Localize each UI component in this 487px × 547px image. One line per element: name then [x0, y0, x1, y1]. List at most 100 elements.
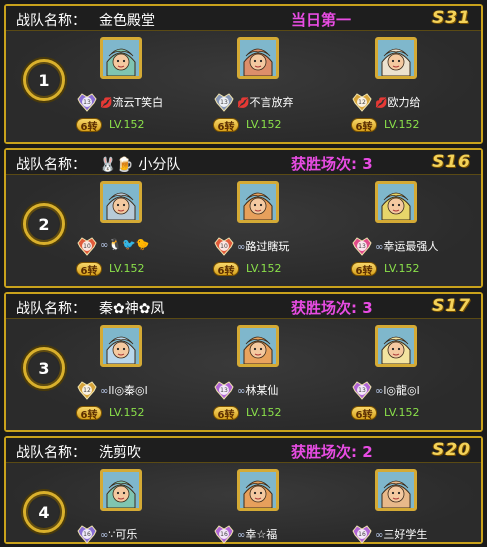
member-portrait[interactable]	[237, 37, 279, 79]
team-name-label: 战队名称：	[16, 445, 86, 461]
character-face-icon	[240, 40, 276, 76]
team-status: 当日第一	[291, 11, 352, 29]
member-portrait[interactable]	[100, 181, 142, 223]
member-name[interactable]: ∞幸☆福	[237, 526, 277, 542]
member-portrait[interactable]	[100, 325, 142, 367]
character-face-icon	[378, 40, 414, 76]
member-name[interactable]: ∞三好学生	[375, 526, 427, 542]
team-card-header: 战队名称： 秦✿神✿凤 获胜场次: 3 S17	[6, 294, 481, 319]
member-portrait[interactable]	[375, 181, 417, 223]
member-name[interactable]: 💋欧力给	[375, 94, 420, 110]
svg-text:10: 10	[83, 243, 91, 250]
member-name[interactable]: 💋不言放弃	[237, 94, 293, 110]
character-face-icon	[240, 184, 276, 220]
member-name-text: 幸☆福	[245, 528, 278, 541]
member-portrait[interactable]	[100, 37, 142, 79]
reincarnation-badge: 6转	[76, 406, 102, 421]
reincarnation-badge: 6转	[213, 118, 239, 133]
member-name-text: 三好学生	[383, 528, 428, 541]
member-name[interactable]: ∞ll◎秦◎l	[100, 382, 148, 398]
team-status: 获胜场次: 2	[291, 443, 373, 461]
svg-text:13: 13	[358, 243, 366, 250]
team-card[interactable]: 战队名称： 秦✿神✿凤 获胜场次: 3 S17 3 12 ∞ll◎秦◎l 6转 LV.152	[4, 292, 483, 432]
team-status: 获胜场次: 3	[291, 155, 373, 173]
svg-text:13: 13	[220, 99, 228, 106]
team-card-body: 3 12 ∞ll◎秦◎l 6转 LV.152 13 ∞林某仙 6转 LV.152…	[6, 319, 481, 430]
svg-text:16: 16	[358, 531, 366, 538]
member-level: LV.152	[246, 406, 282, 419]
rank-badge-icon: 13	[351, 379, 373, 401]
member-level: LV.152	[384, 406, 420, 419]
team-card-body: 1 13 💋流云T笑白 6转 LV.152 13 💋不言放弃 6转 LV.152…	[6, 31, 481, 142]
rank-number: 3	[23, 347, 65, 389]
team-card-header: 战队名称： 🐰🍺 小分队 获胜场次: 3 S16	[6, 150, 481, 175]
svg-text:12: 12	[83, 387, 91, 394]
character-face-icon	[103, 472, 139, 508]
season-tag: S31	[432, 8, 471, 28]
member-portrait[interactable]	[375, 37, 417, 79]
lips-icon: 💋	[375, 98, 388, 109]
member-portrait[interactable]	[237, 469, 279, 511]
member-level: LV.152	[384, 118, 420, 131]
member-name-text: l◎龍◎l	[383, 384, 420, 397]
member-name[interactable]: ∞路过瞎玩	[237, 238, 289, 254]
character-face-icon	[240, 472, 276, 508]
character-face-icon	[240, 328, 276, 364]
reincarnation-badge: 6转	[76, 118, 102, 133]
character-face-icon	[103, 40, 139, 76]
member-level: LV.152	[109, 406, 145, 419]
member-name-text: ll◎秦◎l	[108, 384, 148, 397]
member-name[interactable]: ∞🐧🐦🐤	[100, 238, 149, 251]
member-portrait[interactable]	[237, 181, 279, 223]
member-name[interactable]: ∞∵可乐	[100, 526, 137, 542]
svg-text:16: 16	[83, 531, 91, 538]
member-name-text: 林某仙	[245, 384, 279, 397]
team-name: 秦✿神✿凤	[99, 301, 165, 317]
rank-badge-icon: 16	[213, 523, 235, 545]
reincarnation-badge: 6转	[351, 118, 377, 133]
rank-number: 2	[23, 203, 65, 245]
reincarnation-badge: 6转	[213, 262, 239, 277]
member-portrait[interactable]	[237, 325, 279, 367]
rank-number: 1	[23, 59, 65, 101]
team-name-label: 战队名称：	[16, 13, 86, 29]
season-tag: S17	[432, 296, 471, 316]
member-name-text: 路过瞎玩	[245, 240, 290, 253]
member-name-text: 欧力给	[387, 96, 421, 109]
character-face-icon	[103, 328, 139, 364]
svg-text:13: 13	[358, 387, 366, 394]
svg-text:13: 13	[83, 99, 91, 106]
member-portrait[interactable]	[100, 469, 142, 511]
rank-badge-icon: 13	[213, 379, 235, 401]
member-name-text: 流云T笑白	[112, 96, 164, 109]
team-card-body: 4 16 ∞∵可乐6转LV.152	[6, 463, 481, 545]
member-level: LV.152	[246, 262, 282, 275]
team-name: 🐰🍺 小分队	[99, 157, 181, 173]
team-card[interactable]: 战队名称： 洗剪吹 获胜场次: 2 S20 4 16 ∞∵可乐6转LV.152	[4, 436, 483, 544]
rank-badge-icon: 16	[76, 523, 98, 545]
team-card[interactable]: 战队名称： 金色殿堂 当日第一 S31 1 13 💋流云T笑白 6转 LV.152	[4, 4, 483, 144]
member-name-text: 不言放弃	[249, 96, 294, 109]
team-card[interactable]: 战队名称： 🐰🍺 小分队 获胜场次: 3 S16 2 10 ∞🐧🐦🐤 6转 LV.152	[4, 148, 483, 288]
reincarnation-badge: 6转	[351, 262, 377, 277]
member-level: LV.152	[246, 118, 282, 131]
member-name-text: 🐧🐦🐤	[108, 238, 150, 251]
member-name[interactable]: ∞幸运最强人	[375, 238, 438, 254]
rank-badge-icon: 13	[351, 235, 373, 257]
member-name[interactable]: ∞林某仙	[237, 382, 278, 398]
member-portrait[interactable]	[375, 469, 417, 511]
member-name[interactable]: 💋流云T笑白	[100, 94, 163, 110]
team-status: 获胜场次: 3	[291, 299, 373, 317]
team-name: 洗剪吹	[99, 445, 141, 461]
member-portrait[interactable]	[375, 325, 417, 367]
season-tag: S20	[432, 440, 471, 460]
reincarnation-badge: 6转	[351, 406, 377, 421]
team-name: 金色殿堂	[99, 13, 155, 29]
reincarnation-badge: 6转	[76, 262, 102, 277]
member-name[interactable]: ∞l◎龍◎l	[375, 382, 420, 398]
member-level: LV.152	[109, 262, 145, 275]
rank-number: 4	[23, 491, 65, 533]
rank-badge-icon: 13	[213, 91, 235, 113]
character-face-icon	[378, 472, 414, 508]
rank-badge-icon: 16	[351, 523, 373, 545]
